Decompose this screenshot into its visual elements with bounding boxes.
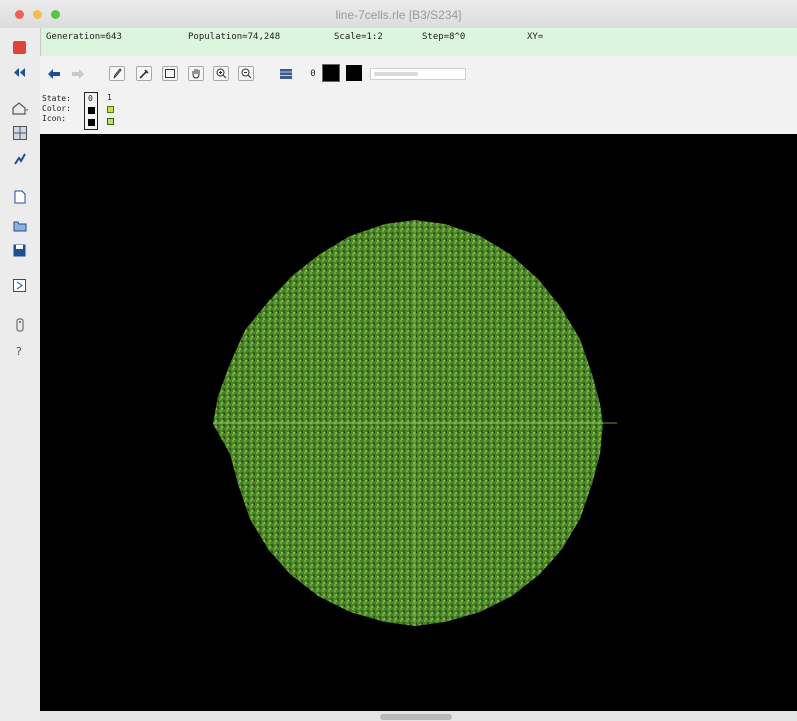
zoom-in-icon [216, 68, 226, 79]
open-file-button[interactable] [11, 217, 28, 234]
arrow-left-icon [48, 68, 60, 79]
draw-state-number: 0 [310, 68, 316, 79]
state-0-color [88, 107, 95, 114]
state-panel: State: Color: Icon: 0 1 [40, 90, 797, 134]
home-icon [11, 101, 28, 115]
scale-readout: Scale=1:2 [334, 32, 383, 42]
home-menu-button[interactable] [11, 99, 28, 116]
hand-icon [192, 69, 200, 79]
help-button[interactable]: ? [11, 342, 28, 359]
lightning-icon [13, 153, 26, 165]
status-bar: Generation=643 Population=74,248 Scale=1… [40, 28, 797, 56]
pick-tool-button[interactable] [136, 66, 152, 81]
layers-icon [280, 68, 292, 79]
color-label: Color: [42, 104, 71, 113]
generation-readout: Generation=643 [46, 32, 122, 42]
speed-slider-track [374, 72, 418, 76]
forward-button[interactable] [70, 66, 86, 81]
folder-icon [13, 221, 26, 231]
state-0-icon [88, 119, 95, 126]
state-1-color [107, 106, 114, 113]
window-title: line-7cells.rle [B3/S234] [335, 8, 462, 22]
help-icon: ? [16, 345, 22, 358]
left-tool-bar: ? [0, 28, 41, 721]
zoom-out-button[interactable] [238, 66, 254, 81]
state-1-number: 1 [107, 93, 112, 102]
run-script-button[interactable] [11, 277, 28, 294]
scripts-button[interactable] [11, 150, 28, 167]
draw-state-swatch[interactable] [322, 64, 340, 82]
pattern-viewport[interactable] [40, 134, 797, 711]
state-color-swatch[interactable] [346, 65, 362, 81]
select-tool-button[interactable] [162, 66, 178, 81]
selection-rectangle-icon [165, 69, 175, 78]
grid-icon [12, 125, 27, 140]
svg-text:?: ? [16, 345, 22, 358]
population-readout: Population=74,248 [188, 32, 281, 42]
state-labels: State: Color: Icon: [42, 94, 71, 124]
zoom-out-icon [241, 68, 251, 79]
script-icon [13, 279, 26, 292]
info-button[interactable] [11, 316, 28, 333]
speed-slider[interactable] [370, 68, 466, 80]
pencil-icon [113, 68, 122, 79]
layer-button[interactable] [278, 66, 294, 81]
state-0-column[interactable]: 0 [84, 92, 98, 130]
arrow-right-icon [72, 68, 84, 79]
state-label: State: [42, 94, 71, 103]
document-icon [14, 190, 25, 203]
stop-icon [13, 41, 26, 54]
save-file-button[interactable] [11, 242, 28, 259]
save-icon [13, 244, 26, 257]
icon-label: Icon: [42, 114, 67, 123]
zoom-in-button[interactable] [213, 66, 229, 81]
rewind-icon [14, 68, 25, 77]
stop-button[interactable] [11, 39, 28, 56]
horizontal-scrollbar[interactable] [40, 711, 797, 721]
back-button[interactable] [46, 66, 62, 81]
draw-tool-button[interactable] [109, 66, 125, 81]
state-0-number: 0 [88, 94, 93, 103]
state-1-icon [107, 118, 114, 125]
state-1-column[interactable]: 1 [104, 92, 118, 130]
pattern-drawing [213, 220, 617, 626]
new-file-button[interactable] [11, 188, 28, 205]
horizontal-scroll-thumb[interactable] [380, 714, 452, 720]
move-tool-button[interactable] [188, 66, 204, 81]
title-bar: line-7cells.rle [B3/S234] [0, 0, 797, 29]
patterns-button[interactable] [11, 124, 28, 141]
xy-readout: XY= [527, 32, 544, 42]
reset-button[interactable] [11, 64, 28, 81]
info-icon [16, 318, 23, 331]
eyedropper-icon [139, 69, 149, 79]
edit-toolbar: 0 [40, 56, 797, 90]
step-readout: Step=8^0 [422, 32, 466, 42]
